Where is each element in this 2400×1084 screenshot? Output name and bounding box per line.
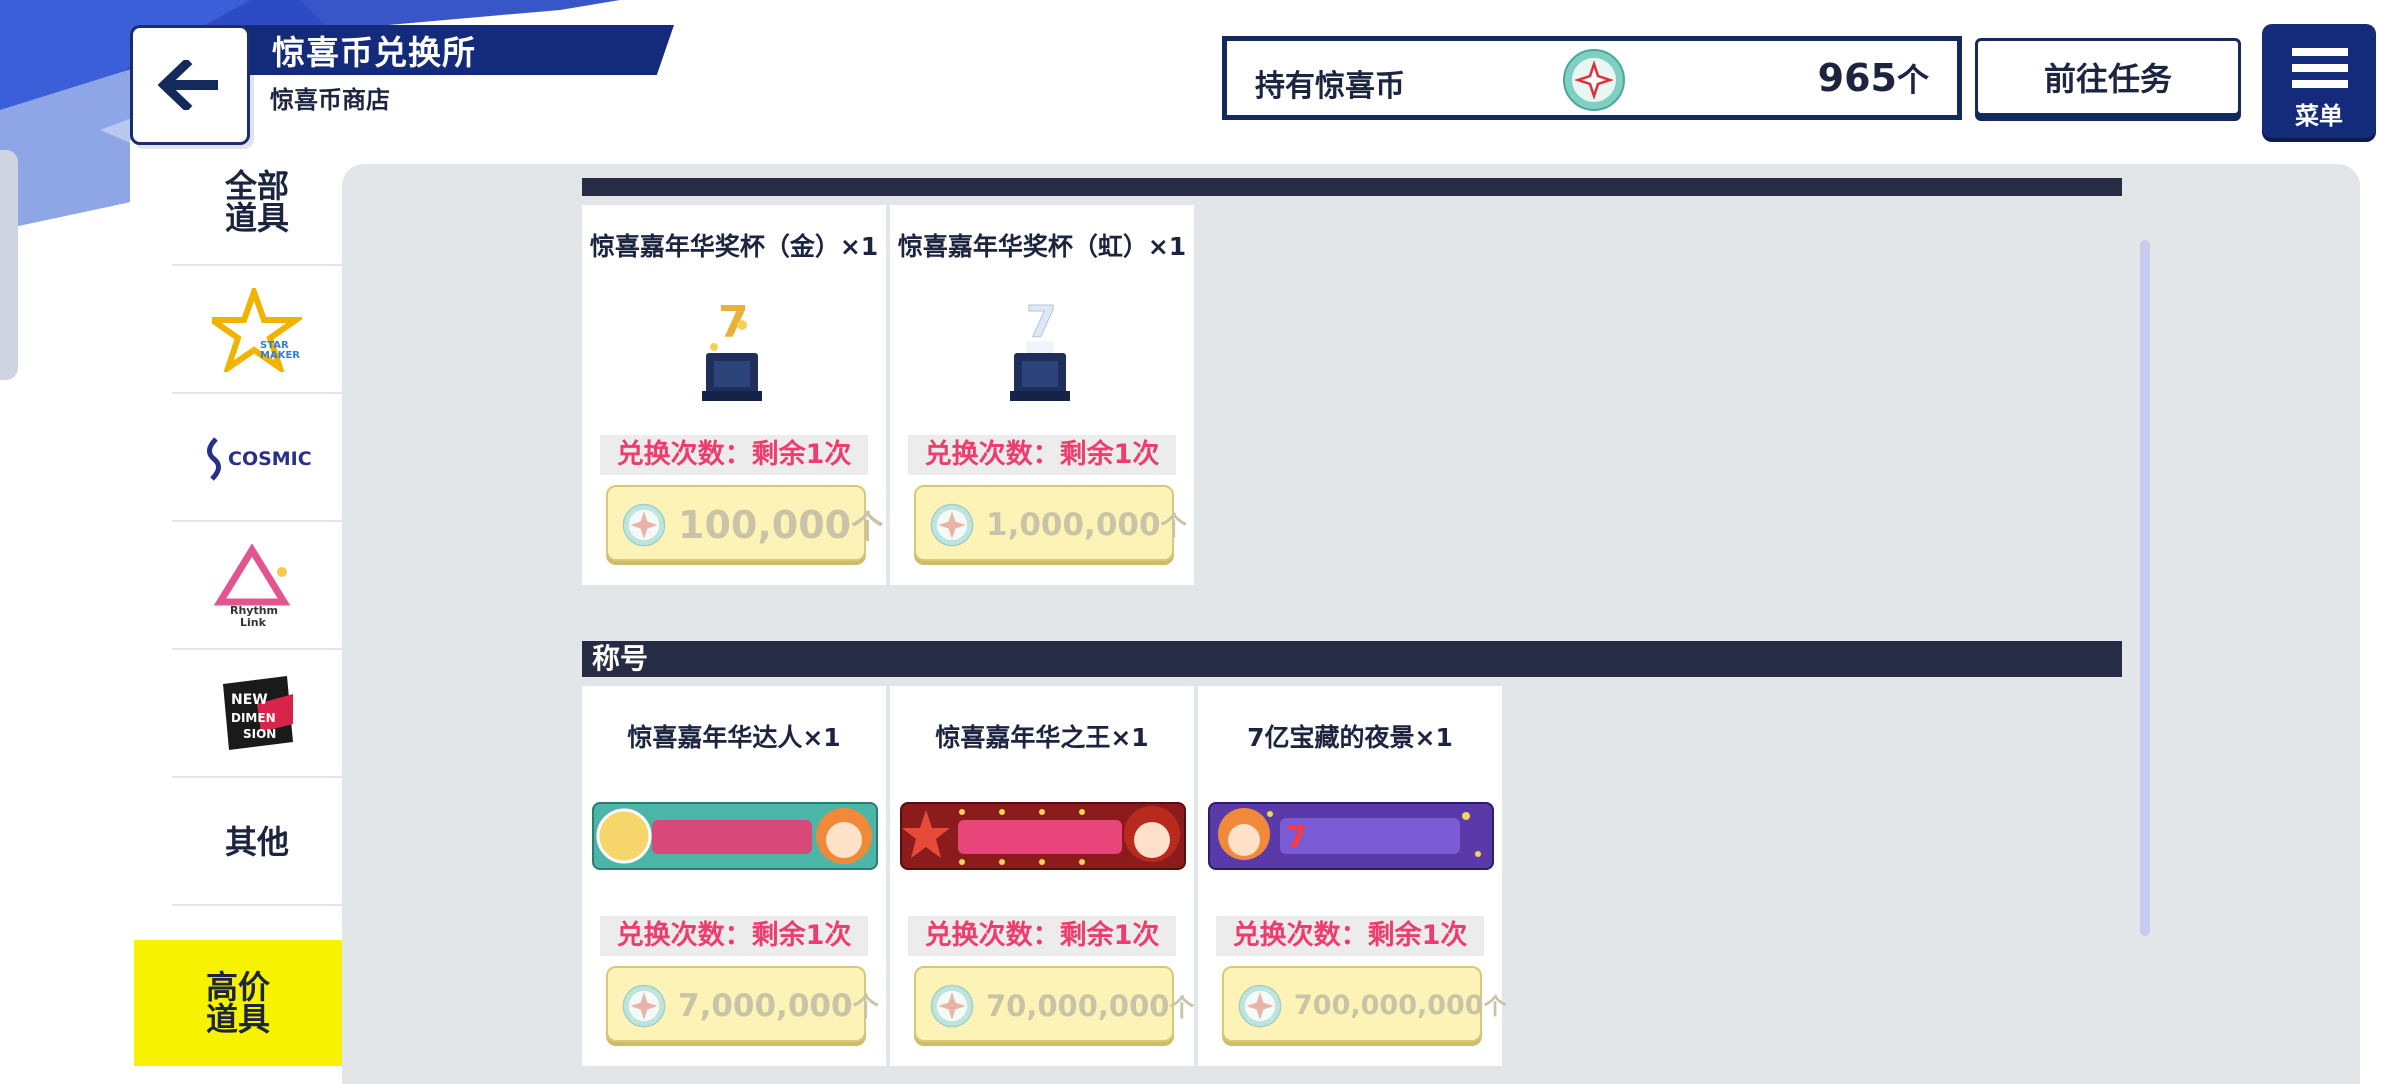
trophy-rainbow-icon: 7 — [1010, 297, 1070, 401]
price-number: 700,000,000 — [1294, 990, 1484, 1021]
item-name: 惊喜嘉年华达人×1 — [627, 723, 841, 752]
shop-item-card[interactable]: 惊喜嘉年华奖杯（虹）×1 7 兑换次数：剩余1次 1,000,000个 — [890, 205, 1194, 585]
section-header-titles: 称号 — [582, 641, 2122, 677]
currency-count-value: 965 — [1817, 56, 1897, 100]
menu-label: 菜单 — [2295, 102, 2343, 130]
category-sidebar: 全部 道具 STAR MAKER COSMIC Rhythm Link NEW … — [130, 140, 342, 1080]
exchange-remaining: 兑换次数：剩余1次 — [600, 435, 868, 475]
price-unit: 个 — [851, 508, 884, 546]
price-number: 1,000,000 — [986, 507, 1161, 543]
price-button[interactable]: 7,000,000个 — [606, 966, 879, 1042]
category-label: 全部 道具 — [224, 167, 289, 237]
svg-text:7: 7 — [1286, 821, 1307, 856]
svg-text:COSMIC: COSMIC — [228, 448, 312, 470]
exchange-remaining: 兑换次数：剩余1次 — [908, 435, 1176, 475]
menu-icon-line — [2292, 64, 2348, 72]
side-edge-tab — [0, 150, 18, 380]
shop-item-card[interactable]: 7亿宝藏的夜景×1 7 兑换次数：剩余1次 700,000,000个 — [1198, 686, 1507, 1066]
title-banner-art — [596, 808, 872, 864]
section-header-bar — [582, 178, 2122, 196]
category-star-maker[interactable]: STAR MAKER — [172, 268, 342, 394]
surprise-coin-icon — [622, 984, 666, 1028]
shop-item-card[interactable]: 惊喜嘉年华达人×1 兑换次数：剩余1次 7,000,000个 — [582, 686, 886, 1066]
category-cosmic[interactable]: COSMIC — [172, 396, 342, 522]
price-unit: 个 — [1160, 512, 1187, 542]
price-value: 7,000,000个 — [678, 968, 879, 1046]
price-number: 70,000,000 — [986, 989, 1170, 1023]
svg-text:NEW: NEW — [231, 692, 268, 708]
item-name: 惊喜嘉年华奖杯（金）×1 — [589, 232, 879, 261]
item-name: 惊喜嘉年华之王×1 — [935, 723, 1149, 752]
price-unit: 个 — [1483, 994, 1507, 1020]
category-new-dimension[interactable]: NEW DIMEN SION — [172, 652, 342, 778]
new-dimension-logo-icon: NEW DIMEN SION — [223, 676, 293, 750]
price-button[interactable]: 700,000,000个 — [1222, 966, 1507, 1042]
rhythm-link-logo-icon: Rhythm Link — [213, 544, 291, 628]
svg-text:7: 7 — [1026, 297, 1057, 348]
section-title-text: 称号 — [592, 642, 649, 675]
svg-text:SION: SION — [243, 727, 276, 741]
shop-item-card[interactable]: 惊喜嘉年华奖杯（金）×1 7 兑换次数：剩余1次 100,000个 — [582, 205, 886, 585]
svg-text:Link: Link — [240, 616, 267, 628]
currency-label: 持有惊喜币 — [1255, 69, 1405, 104]
currency-display: 持有惊喜币 965个 — [1222, 36, 1962, 120]
page-subtitle: 惊喜币商店 — [244, 75, 662, 119]
surprise-coin-icon — [1238, 984, 1282, 1028]
surprise-coin-icon — [1563, 49, 1625, 111]
price-value: 700,000,000个 — [1294, 968, 1507, 1045]
arrow-left-icon — [158, 60, 218, 110]
price-number: 7,000,000 — [678, 988, 853, 1024]
price-value: 100,000个 — [678, 487, 883, 565]
title-banner-image — [592, 802, 878, 870]
svg-text:MAKER: MAKER — [260, 350, 300, 361]
price-unit: 个 — [852, 993, 879, 1023]
category-rhythm-link[interactable]: Rhythm Link — [172, 524, 342, 650]
currency-count: 965个 — [1818, 55, 1929, 101]
price-number: 100,000 — [678, 503, 852, 547]
surprise-coin-icon — [622, 503, 666, 547]
scrollbar[interactable] — [2140, 240, 2150, 936]
star-maker-logo-icon: STAR MAKER — [212, 288, 302, 372]
menu-icon-line — [2292, 80, 2348, 88]
category-premium-items[interactable]: 高价 道具 — [134, 940, 342, 1066]
category-other[interactable]: 其他 — [172, 780, 342, 906]
price-button[interactable]: 1,000,000个 — [914, 485, 1187, 561]
exchange-remaining: 兑换次数：剩余1次 — [908, 916, 1176, 956]
back-button[interactable] — [130, 25, 250, 145]
title-banner-art: 7 — [1218, 808, 1481, 860]
price-button[interactable]: 100,000个 — [606, 485, 883, 561]
category-all-items[interactable]: 全部 道具 — [172, 140, 342, 266]
price-unit: 个 — [1169, 993, 1195, 1022]
page-subtitle-text: 惊喜币商店 — [270, 85, 390, 114]
trophy-gold-icon: 7 — [702, 297, 762, 401]
svg-text:DIMEN: DIMEN — [231, 711, 276, 725]
page-title: 惊喜币兑换所 — [244, 25, 674, 75]
item-name: 7亿宝藏的夜景×1 — [1247, 723, 1453, 752]
price-value: 70,000,000个 — [986, 968, 1194, 1046]
cosmic-logo-icon: COSMIC — [207, 437, 312, 481]
category-label: 高价 道具 — [205, 968, 270, 1038]
surprise-coin-icon — [930, 503, 974, 547]
price-value: 1,000,000个 — [986, 487, 1187, 565]
title-banner-image — [900, 802, 1186, 870]
surprise-coin-icon — [930, 984, 974, 1028]
shop-item-card[interactable]: 惊喜嘉年华之王×1 兑换次数：剩余1次 70,000,000个 — [890, 686, 1194, 1066]
page-title-text: 惊喜币兑换所 — [272, 33, 476, 72]
title-banner-image: 7 — [1208, 802, 1494, 870]
exchange-remaining: 兑换次数：剩余1次 — [600, 916, 868, 956]
item-name: 惊喜嘉年华奖杯（虹）×1 — [897, 232, 1187, 261]
menu-icon-line — [2292, 48, 2348, 56]
menu-button[interactable]: 菜单 — [2262, 24, 2376, 138]
title-banner-art — [902, 806, 1180, 865]
exchange-remaining: 兑换次数：剩余1次 — [1216, 916, 1484, 956]
price-button[interactable]: 70,000,000个 — [914, 966, 1194, 1042]
currency-unit: 个 — [1896, 61, 1929, 99]
go-to-tasks-button[interactable]: 前往任务 — [1975, 38, 2241, 116]
category-label: 其他 — [224, 823, 289, 861]
